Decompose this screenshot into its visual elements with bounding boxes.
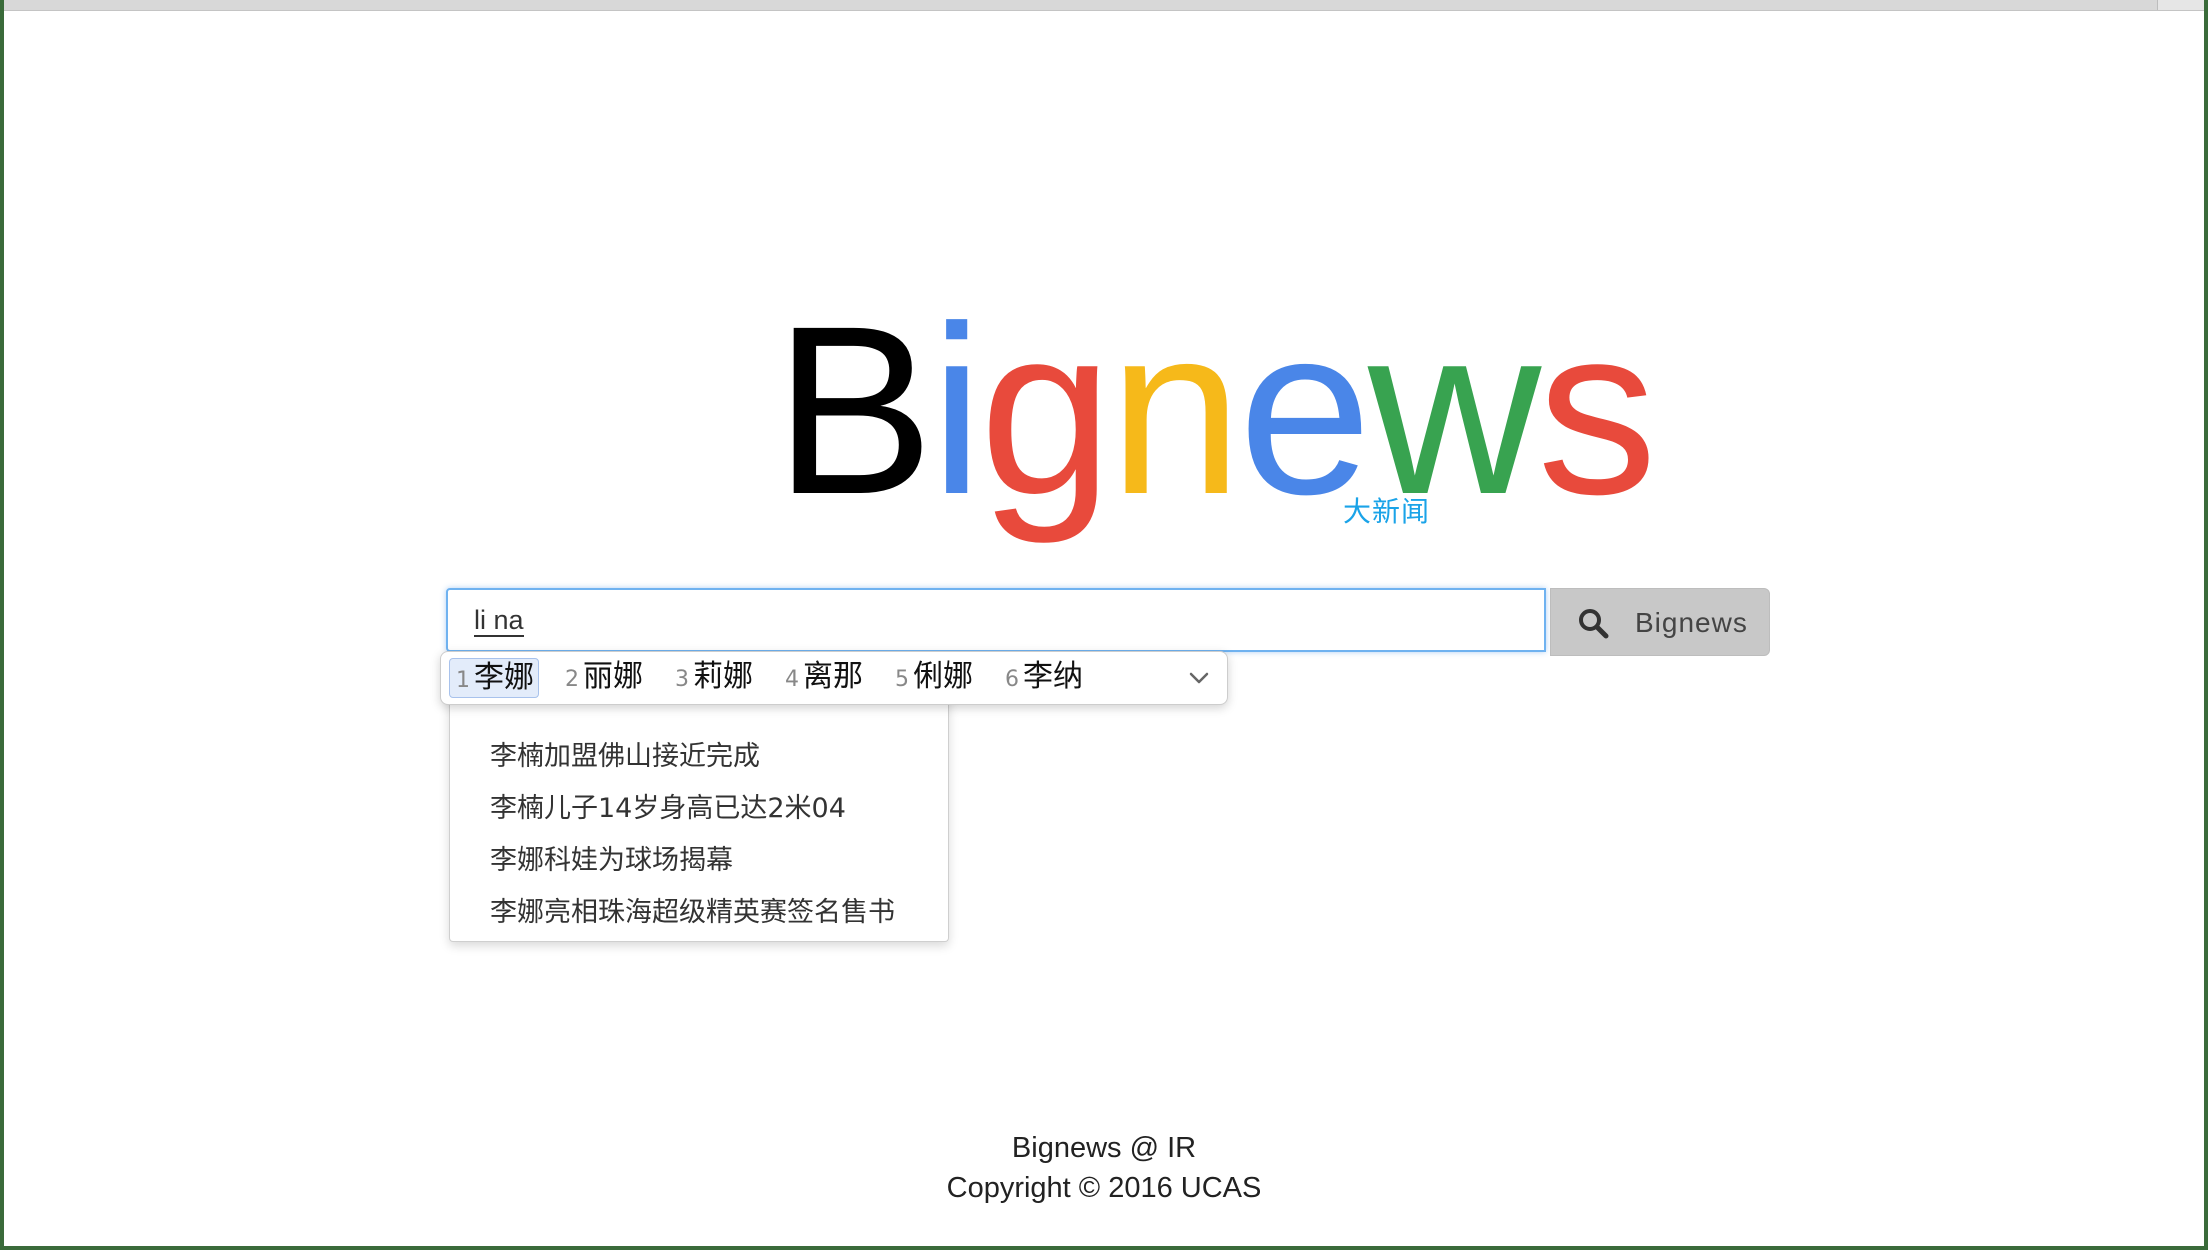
logo-subtitle: 大新闻: [1342, 495, 1430, 528]
ime-candidate-number: 2: [565, 667, 579, 692]
chevron-down-icon[interactable]: [1185, 664, 1213, 692]
browser-window: Bignews 大新闻 li na Bignews 李楠加盟佛山接近完成 李楠儿…: [4, 0, 2204, 1246]
footer-copyright: Copyright © 2016 UCAS: [946, 1172, 1262, 1204]
ime-candidate-number: 3: [675, 667, 689, 692]
logo-letter: s: [1537, 276, 1657, 544]
suggestion-item[interactable]: 李楠儿子14岁身高已达2米04: [490, 786, 846, 825]
search-button[interactable]: Bignews: [1550, 588, 1770, 656]
window-top-bar-corner: [2157, 0, 2204, 10]
ime-candidate-word: 俐娜: [913, 659, 973, 694]
ime-candidate[interactable]: 4 离那: [779, 658, 867, 696]
ime-candidate-number: 4: [785, 667, 799, 692]
ime-candidate-word: 离那: [803, 659, 863, 694]
autocomplete-dropdown: 李楠加盟佛山接近完成 李楠儿子14岁身高已达2米04 李娜科娃为球场揭幕 李娜亮…: [449, 690, 949, 942]
bignews-logo: Bignews 大新闻: [774, 290, 1657, 530]
footer-line-1: Bignews @ IR: [1011, 1132, 1197, 1164]
ime-candidate[interactable]: 6 李纳: [999, 658, 1087, 696]
ime-candidate[interactable]: 5 俐娜: [889, 658, 977, 696]
search-icon: [1579, 609, 1609, 639]
ime-candidate-number: 5: [895, 667, 909, 692]
ime-candidate-bar: 1 李娜 2 丽娜 3 莉娜 4 离那 5 俐娜 6 李纳: [440, 651, 1228, 705]
ime-candidate-number: 1: [456, 668, 470, 693]
ime-candidate[interactable]: 2 丽娜: [559, 658, 647, 696]
ime-candidate-word: 莉娜: [693, 659, 753, 694]
logo-letter: g: [979, 276, 1112, 544]
logo-letter: B: [774, 276, 934, 544]
search-button-label: Bignews: [1635, 607, 1748, 638]
page-footer: Bignews @ IR Copyright © 2016 UCAS: [4, 1128, 2204, 1208]
suggestion-item[interactable]: 李娜亮相珠海超级精英赛签名售书: [490, 890, 895, 929]
ime-candidate-word: 李娜: [474, 660, 534, 695]
window-top-bar: [4, 0, 2204, 11]
ime-candidate-number: 6: [1005, 667, 1019, 692]
ime-candidate-word: 丽娜: [583, 659, 643, 694]
search-input-value: li na: [474, 605, 524, 637]
search-input-container[interactable]: li na: [446, 588, 1546, 652]
ime-candidate[interactable]: 1 李娜: [449, 658, 539, 698]
search-input[interactable]: li na: [474, 605, 1374, 637]
logo-letter: i: [930, 276, 983, 544]
suggestion-item[interactable]: 李楠加盟佛山接近完成: [490, 734, 760, 773]
logo-letters: Bignews: [774, 276, 1657, 544]
logo-letter: n: [1108, 276, 1242, 544]
ime-candidate[interactable]: 3 莉娜: [669, 658, 757, 696]
ime-candidate-word: 李纳: [1023, 659, 1083, 694]
suggestion-item[interactable]: 李娜科娃为球场揭幕: [490, 838, 733, 877]
